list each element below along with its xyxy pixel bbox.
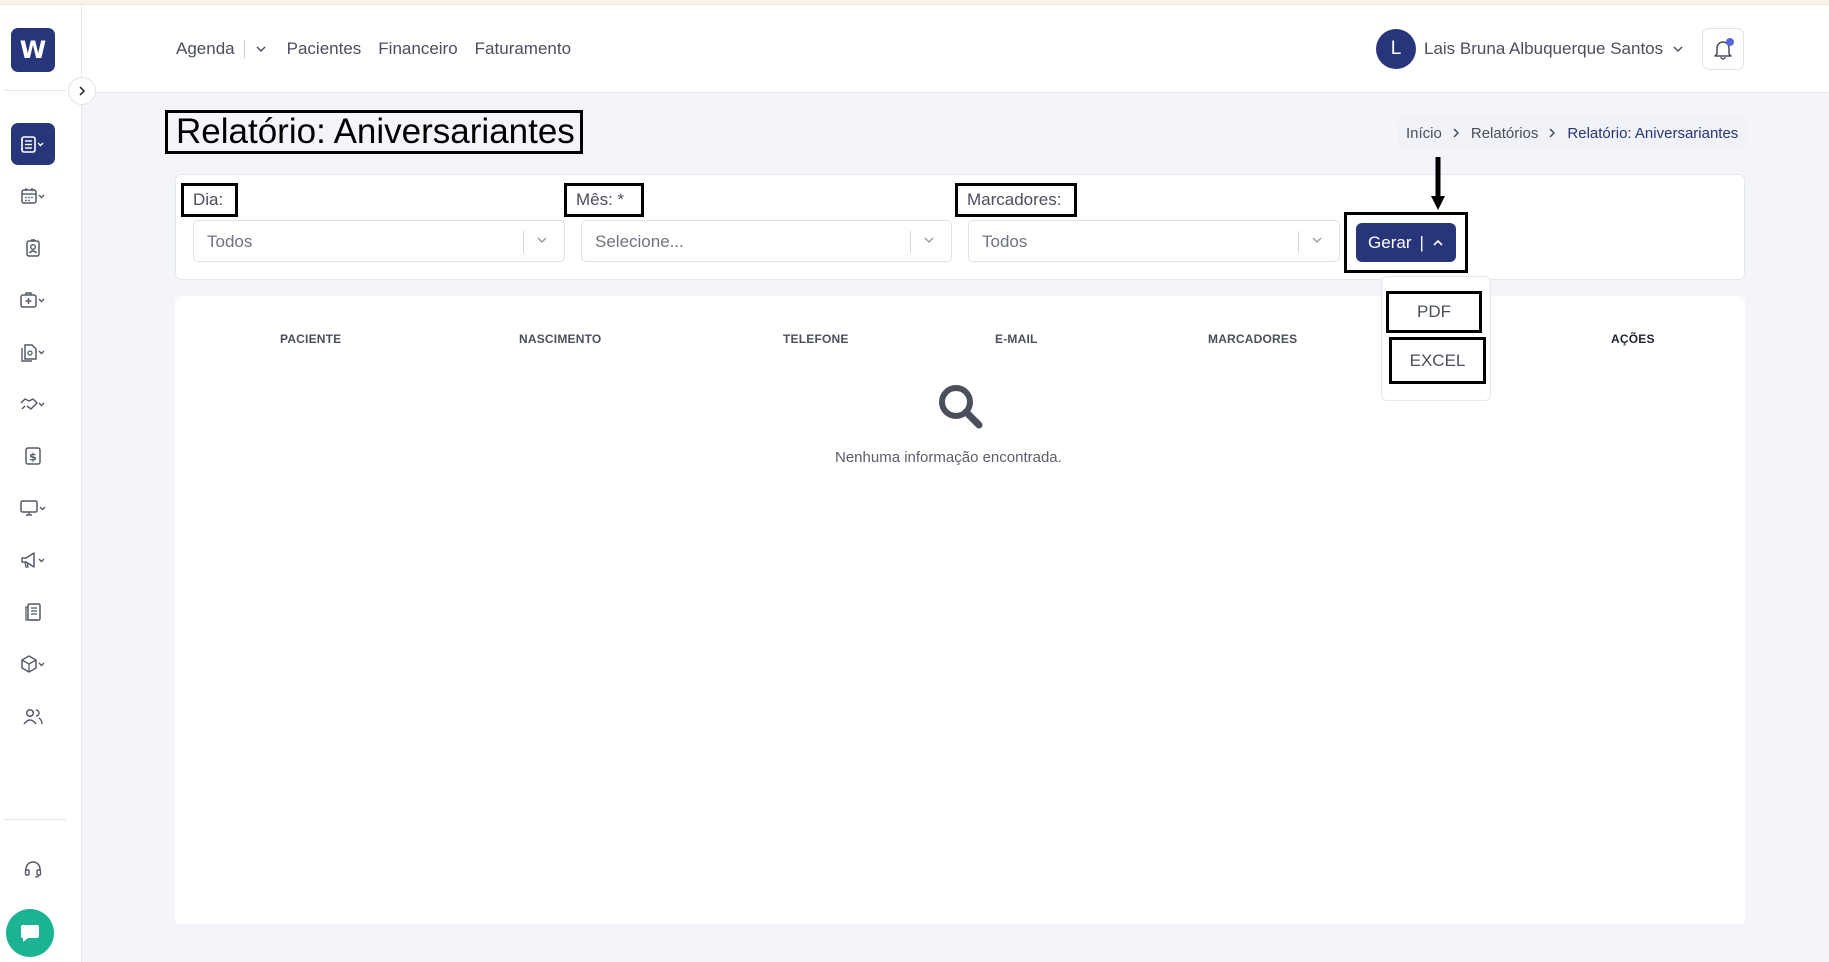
page-title: Relatório: Aniversariantes: [165, 110, 583, 154]
nav-faturamento[interactable]: Faturamento: [475, 39, 571, 59]
sidebar-divider: [4, 819, 66, 820]
mes-select[interactable]: Selecione...: [581, 220, 952, 262]
app-logo[interactable]: W: [11, 28, 55, 72]
select-divider: [1298, 231, 1299, 253]
nav-pacientes[interactable]: Pacientes: [287, 39, 362, 59]
marcadores-label: Marcadores:: [955, 183, 1077, 217]
column-header-paciente[interactable]: PACIENTE: [280, 332, 341, 346]
top-navigation: Agenda Pacientes Financeiro Faturamento: [176, 39, 588, 59]
chevron-right-icon: [79, 86, 86, 96]
sidebar: W $: [0, 5, 82, 962]
chat-button[interactable]: [6, 909, 54, 957]
dia-label: Dia:: [181, 183, 238, 217]
gerar-separator: |: [1419, 232, 1424, 252]
sidebar-item-relatorios[interactable]: [11, 591, 55, 633]
nav-financeiro[interactable]: Financeiro: [378, 39, 457, 59]
chevron-down-icon: [924, 235, 938, 249]
gerar-label: Gerar: [1368, 232, 1412, 252]
empty-state-message: Nenhuma informação encontrada.: [835, 449, 1062, 466]
sidebar-item-financeiro[interactable]: $: [11, 435, 55, 477]
column-header-marcadores[interactable]: MARCADORES: [1208, 332, 1297, 346]
sidebar-item-estoque[interactable]: [11, 643, 55, 685]
mes-select-placeholder: Selecione...: [595, 232, 684, 251]
marcadores-select[interactable]: Todos: [968, 220, 1340, 262]
user-name: Lais Bruna Albuquerque Santos: [1424, 39, 1664, 58]
breadcrumb: Início Relatórios Relatório: Aniversaria…: [1398, 116, 1748, 150]
sidebar-item-suporte[interactable]: [11, 848, 55, 890]
notifications-button[interactable]: [1702, 28, 1744, 70]
contacts-book-icon: [21, 136, 44, 153]
user-menu-chevron: [1671, 42, 1685, 56]
column-header-telefone[interactable]: TELEFONE: [783, 332, 849, 346]
svg-text:$: $: [29, 451, 37, 464]
box-icon: [21, 655, 45, 673]
medical-kit-icon: [20, 292, 45, 308]
handshake-icon: [20, 398, 45, 410]
breadcrumb-inicio[interactable]: Início: [1406, 125, 1442, 142]
sidebar-item-atendimento[interactable]: [11, 279, 55, 321]
export-pdf-option[interactable]: PDF: [1386, 291, 1482, 333]
sidebar-item-convenios[interactable]: [11, 383, 55, 425]
column-header-acoes: AÇÕES: [1611, 332, 1655, 346]
chevron-down-icon: [1312, 235, 1326, 249]
nav-separator: [243, 40, 245, 58]
avatar: L: [1376, 29, 1416, 69]
sidebar-item-telemedicina[interactable]: [11, 487, 55, 529]
notification-dot: [1726, 38, 1734, 46]
dia-select-value: Todos: [207, 232, 253, 251]
sidebar-divider: [4, 90, 66, 91]
sidebar-item-documentos[interactable]: [11, 331, 55, 373]
select-divider: [910, 231, 911, 253]
column-header-nascimento[interactable]: NASCIMENTO: [519, 332, 601, 346]
users-icon: [23, 708, 43, 725]
chat-icon: [21, 925, 39, 942]
nav-agenda[interactable]: Agenda: [176, 39, 235, 59]
sidebar-toggle-button[interactable]: [68, 77, 96, 105]
select-divider: [523, 231, 524, 253]
dollar-icon: $: [25, 447, 41, 465]
dia-select[interactable]: Todos: [193, 220, 565, 262]
search-icon: [939, 385, 983, 429]
breadcrumb-current: Relatório: Aniversariantes: [1567, 124, 1739, 142]
breadcrumb-relatorios[interactable]: Relatórios: [1471, 125, 1539, 142]
monitor-icon: [20, 500, 46, 516]
column-header-email[interactable]: E-MAIL: [995, 332, 1038, 346]
pointer-arrow-icon: [1431, 157, 1445, 210]
sidebar-item-cadastros[interactable]: [11, 123, 55, 165]
mes-label: Mês: *: [564, 183, 644, 217]
patient-card-icon: [26, 239, 40, 257]
chevron-down-icon: [537, 235, 551, 249]
sidebar-item-usuarios[interactable]: [11, 695, 55, 737]
chevron-down-icon: [256, 46, 266, 53]
top-header: Agenda Pacientes Financeiro Faturamento …: [82, 5, 1829, 93]
export-excel-option[interactable]: EXCEL: [1389, 337, 1486, 384]
sidebar-item-pacientes[interactable]: [11, 227, 55, 269]
nav-agenda-dropdown[interactable]: [254, 42, 268, 56]
chevron-up-icon: [1433, 239, 1443, 246]
chevron-right-icon: [1547, 127, 1557, 139]
megaphone-icon: [21, 552, 45, 568]
chevron-down-icon: [1673, 46, 1683, 53]
sidebar-item-agenda[interactable]: [11, 175, 55, 217]
report-icon: [25, 603, 41, 621]
marcadores-select-value: Todos: [982, 232, 1028, 251]
gerar-button[interactable]: Gerar |: [1356, 223, 1456, 262]
user-menu[interactable]: L Lais Bruna Albuquerque Santos: [1376, 29, 1685, 69]
calendar-icon: [21, 188, 45, 204]
headset-icon: [24, 861, 42, 878]
chevron-right-icon: [1451, 127, 1461, 139]
sidebar-item-marketing[interactable]: [11, 539, 55, 581]
documents-icon: [21, 344, 45, 362]
